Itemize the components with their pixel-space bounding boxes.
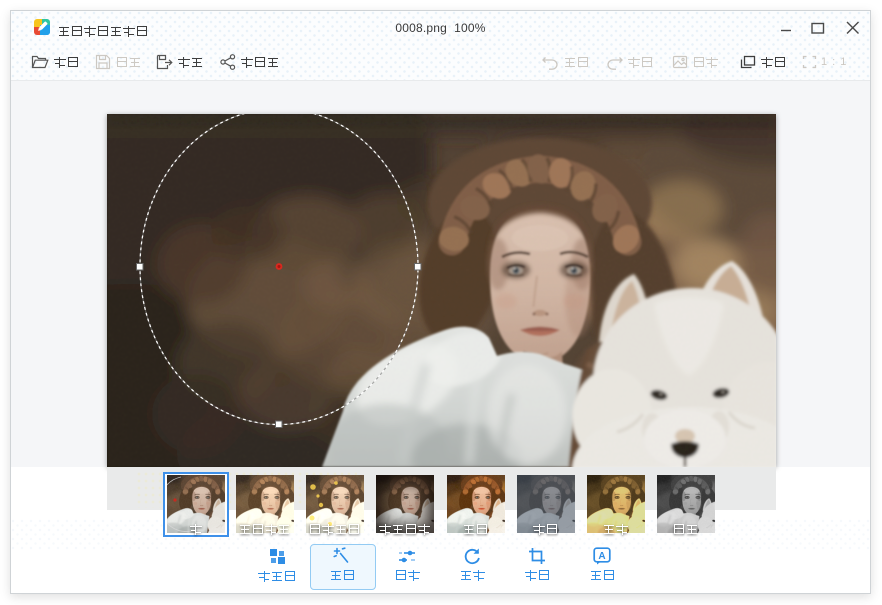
svg-text:A: A	[598, 551, 605, 562]
